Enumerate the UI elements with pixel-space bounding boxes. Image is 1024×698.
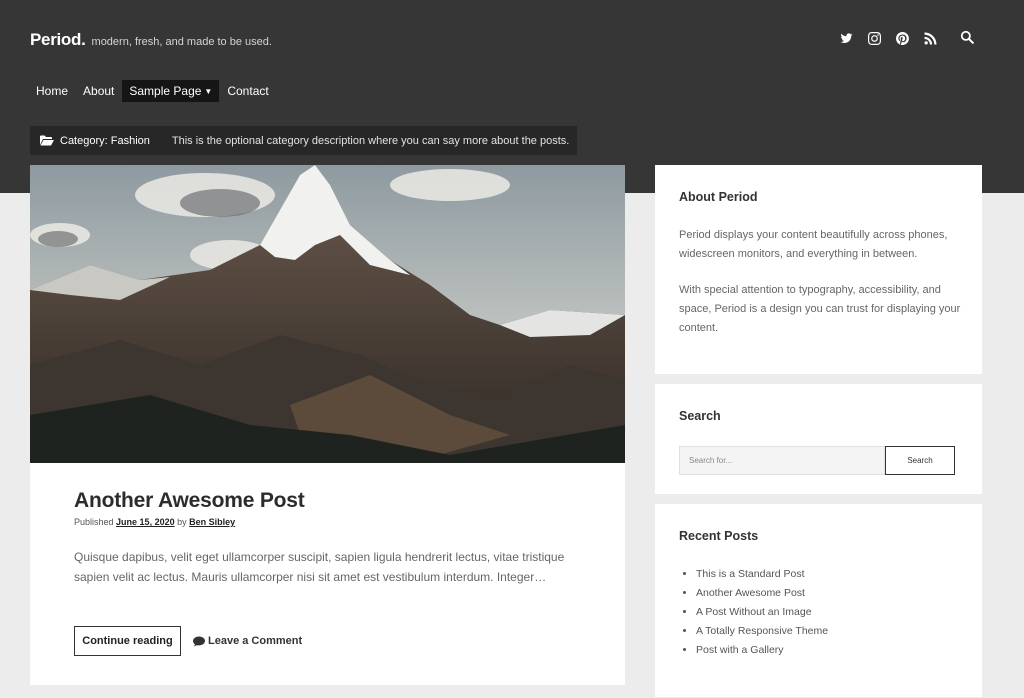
category-description: This is the optional category descriptio… bbox=[171, 134, 570, 147]
site-title[interactable]: Period. bbox=[30, 30, 86, 50]
search-widget-title: Search bbox=[679, 409, 721, 423]
nav-item-about[interactable]: About bbox=[76, 80, 121, 102]
folder-open-icon bbox=[40, 135, 54, 146]
recent-post-link[interactable]: Another Awesome Post bbox=[696, 584, 828, 603]
meta-prefix: Published bbox=[74, 517, 114, 527]
category-bar: Category: Fashion This is the optional c… bbox=[30, 126, 577, 155]
pinterest-icon[interactable] bbox=[895, 31, 909, 45]
about-paragraph: Period displays your content beautifully… bbox=[679, 229, 948, 260]
search-submit-button[interactable]: Search bbox=[885, 446, 955, 475]
leave-comment-link[interactable]: Leave a Comment bbox=[193, 633, 302, 649]
post-date-link[interactable]: June 15, 2020 bbox=[116, 517, 175, 527]
recent-posts-list: This is a Standard Post Another Awesome … bbox=[696, 565, 828, 660]
nav-item-contact[interactable]: Contact bbox=[220, 80, 275, 102]
primary-nav: Home About Sample Page ▼ Contact bbox=[29, 80, 277, 102]
author-link[interactable]: Ben Sibley bbox=[189, 517, 235, 527]
search-icon[interactable] bbox=[960, 30, 976, 46]
chevron-down-icon: ▼ bbox=[204, 87, 213, 96]
about-paragraph: With special attention to typography, ac… bbox=[679, 284, 961, 334]
continue-reading-button[interactable]: Continue reading bbox=[74, 626, 181, 656]
social-icons bbox=[839, 31, 951, 45]
recent-posts-title: Recent Posts bbox=[679, 529, 759, 543]
about-widget-text: Period displays your content beautifully… bbox=[679, 226, 969, 338]
site-tagline: modern, fresh, and made to be used. bbox=[91, 36, 272, 48]
nav-item-label: Sample Page bbox=[129, 84, 202, 98]
site-branding: Period. modern, fresh, and made to be us… bbox=[30, 30, 272, 50]
post-card: Another Awesome Post Published June 15, … bbox=[30, 165, 625, 685]
category-title: Category: Fashion bbox=[60, 134, 150, 147]
recent-post-link[interactable]: This is a Standard Post bbox=[696, 565, 828, 584]
twitter-icon[interactable] bbox=[839, 31, 853, 45]
post-excerpt: Quisque dapibus, velit eget ullamcorper … bbox=[74, 550, 565, 584]
nav-item-sample-page[interactable]: Sample Page ▼ bbox=[122, 80, 220, 102]
search-input[interactable] bbox=[679, 446, 885, 475]
recent-post-link[interactable]: A Post Without an Image bbox=[696, 603, 828, 622]
rss-icon[interactable] bbox=[923, 31, 937, 45]
about-widget: About Period Period displays your conten… bbox=[655, 165, 982, 374]
nav-item-home[interactable]: Home bbox=[29, 80, 75, 102]
recent-posts-widget: Recent Posts This is a Standard Post Ano… bbox=[655, 504, 982, 697]
comment-icon bbox=[193, 636, 205, 647]
about-widget-title: About Period bbox=[679, 190, 758, 204]
nav-item-label: Contact bbox=[227, 84, 269, 98]
nav-item-label: Home bbox=[36, 84, 69, 98]
post-title[interactable]: Another Awesome Post bbox=[74, 489, 305, 513]
search-widget: Search Search bbox=[655, 384, 982, 494]
leave-comment-label: Leave a Comment bbox=[208, 635, 303, 647]
featured-image[interactable] bbox=[30, 165, 625, 463]
recent-post-link[interactable]: A Totally Responsive Theme bbox=[696, 622, 828, 641]
nav-item-label: About bbox=[83, 84, 115, 98]
recent-post-link[interactable]: Post with a Gallery bbox=[696, 641, 828, 660]
meta-by: by bbox=[177, 517, 187, 527]
instagram-icon[interactable] bbox=[867, 31, 881, 45]
post-meta: Published June 15, 2020 by Ben Sibley bbox=[74, 517, 235, 527]
